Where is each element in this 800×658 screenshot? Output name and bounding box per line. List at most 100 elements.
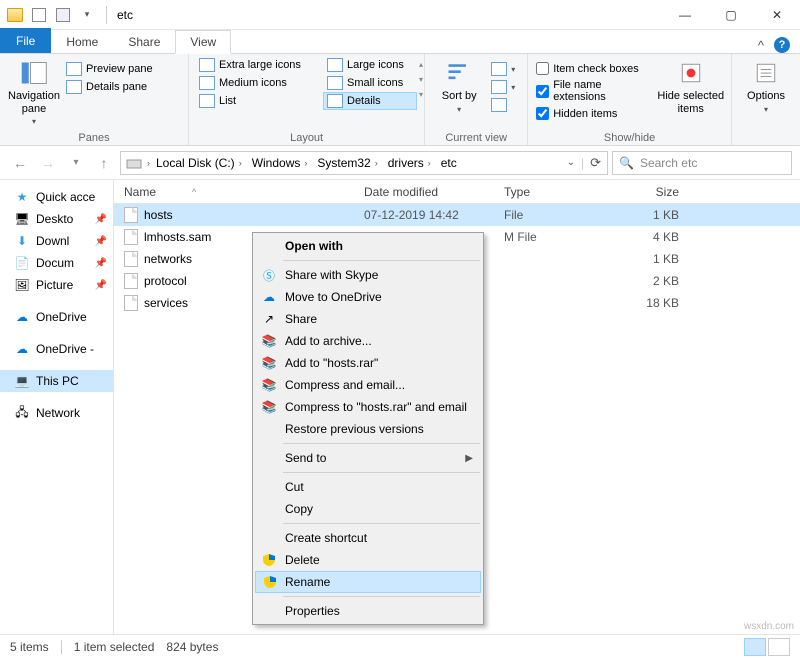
refresh-button[interactable]: ⟳ [590,155,601,171]
breadcrumb[interactable]: etc [437,156,461,170]
tree-quick-access[interactable]: ★Quick acce [0,186,113,208]
ctx-properties[interactable]: Properties [255,600,481,622]
ctx-cut[interactable]: Cut [255,476,481,498]
details-button[interactable]: Details [323,92,417,110]
breadcrumb[interactable]: Local Disk (C:)› [152,156,246,170]
tree-network[interactable]: 🖧Network [0,402,113,424]
list-button[interactable]: List [195,92,323,110]
close-button[interactable]: ✕ [754,0,800,30]
ribbon: Navigation pane ▾ Preview pane Details p… [0,54,800,146]
medium-icons-button[interactable]: Medium icons [195,74,323,92]
recent-locations-button[interactable]: ▾ [64,151,88,175]
tree-onedrive-2[interactable]: ☁OneDrive - [0,338,113,360]
group-label: Layout [195,130,418,145]
hide-selected-items-button[interactable]: Hide selected items [656,56,725,115]
column-name[interactable]: Name^ [114,185,364,199]
search-box[interactable]: 🔍 Search etc [612,151,792,175]
group-label: Show/hide [534,130,725,145]
ctx-rename[interactable]: Rename [255,571,481,593]
ribbon-group-layout: Extra large icons Large icons Medium ico… [189,54,425,145]
winrar-icon: 📚 [261,355,277,371]
drive-icon [123,152,145,174]
back-button[interactable]: ← [8,151,32,175]
navigation-pane-button[interactable]: Navigation pane ▾ [6,56,62,126]
scroll-up-icon[interactable]: ▴ [419,60,423,69]
qat-item[interactable] [52,4,74,26]
tab-home[interactable]: Home [51,30,113,53]
tree-documents[interactable]: 📄Docum📌 [0,252,113,274]
forward-button[interactable]: → [36,151,60,175]
pictures-icon: 🖼 [14,277,30,293]
pin-icon: 📌 [95,258,107,269]
ctx-share-skype[interactable]: ⓈShare with Skype [255,264,481,286]
onedrive-icon: ☁ [14,341,30,357]
breadcrumb[interactable]: drivers› [384,156,435,170]
folder-icon[interactable] [4,4,26,26]
share-icon: ↗ [261,311,277,327]
sort-asc-icon: ^ [192,187,196,197]
size-columns-button[interactable] [487,96,521,114]
options-button[interactable]: Options ▾ [738,56,794,114]
ribbon-collapse-icon[interactable]: ^ [758,38,764,53]
hidden-items-checkbox[interactable]: Hidden items [534,105,656,122]
maximize-button[interactable]: ▢ [708,0,754,30]
tree-this-pc[interactable]: 💻This PC [0,370,113,392]
tree-onedrive[interactable]: ☁OneDrive [0,306,113,328]
ctx-compress-email[interactable]: 📚Compress and email... [255,374,481,396]
separator [283,443,480,444]
ctx-create-shortcut[interactable]: Create shortcut [255,527,481,549]
preview-pane-button[interactable]: Preview pane [62,60,182,78]
ctx-add-archive[interactable]: 📚Add to archive... [255,330,481,352]
navigation-tree[interactable]: ★Quick acce 🖥Deskto📌 ⬇Downl📌 📄Docum📌 🖼Pi… [0,180,114,634]
qat-item[interactable] [28,4,50,26]
minimize-button[interactable]: — [662,0,708,30]
group-by-button[interactable]: ▾ [487,60,521,78]
ctx-send-to[interactable]: Send to▶ [255,447,481,469]
tree-downloads[interactable]: ⬇Downl📌 [0,230,113,252]
breadcrumb[interactable]: Windows› [248,156,312,170]
this-pc-icon: 💻 [14,373,30,389]
onedrive-icon: ☁ [14,309,30,325]
ctx-add-hosts-rar[interactable]: 📚Add to "hosts.rar" [255,352,481,374]
add-columns-button[interactable]: ▾ [487,78,521,96]
item-check-boxes-checkbox[interactable]: Item check boxes [534,60,656,77]
address-dropdown-icon[interactable]: ⌄ [567,157,575,168]
tab-share[interactable]: Share [113,30,175,53]
extra-large-icons-button[interactable]: Extra large icons [195,56,323,74]
column-type[interactable]: Type [504,185,619,199]
breadcrumb[interactable]: System32› [313,156,381,170]
chevron-right-icon: ▶ [465,453,473,464]
ctx-open-with[interactable]: Open with [255,235,481,257]
pin-icon: 📌 [95,236,107,247]
group-label: Panes [6,130,182,145]
ctx-compress-hosts-email[interactable]: 📚Compress to "hosts.rar" and email [255,396,481,418]
help-icon[interactable]: ? [774,37,790,53]
ctx-restore-versions[interactable]: Restore previous versions [255,418,481,440]
sort-by-button[interactable]: Sort by ▾ [431,56,487,114]
skype-icon: Ⓢ [261,267,277,283]
file-row[interactable]: hosts 07-12-2019 14:42 File 1 KB [114,204,800,226]
column-headers[interactable]: Name^ Date modified Type Size [114,180,800,204]
context-menu: Open with ⓈShare with Skype ☁Move to One… [252,232,484,625]
file-name-extensions-checkbox[interactable]: File name extensions [534,77,656,105]
up-button[interactable]: ↑ [92,151,116,175]
address-bar[interactable]: › Local Disk (C:)› Windows› System32› dr… [120,151,608,175]
tree-pictures[interactable]: 🖼Picture📌 [0,274,113,296]
ctx-share[interactable]: ↗Share [255,308,481,330]
expand-icon[interactable]: ▾ [419,90,423,99]
column-size[interactable]: Size [619,185,699,199]
qat-dropdown[interactable]: ▾ [76,4,98,26]
ctx-move-onedrive[interactable]: ☁Move to OneDrive [255,286,481,308]
details-view-button[interactable] [744,638,766,656]
tab-file[interactable]: File [0,28,51,53]
column-date[interactable]: Date modified [364,185,504,199]
tab-view[interactable]: View [175,30,231,54]
large-icons-button[interactable]: Large icons [323,56,417,74]
thumbnails-view-button[interactable] [768,638,790,656]
tree-desktop[interactable]: 🖥Deskto📌 [0,208,113,230]
small-icons-button[interactable]: Small icons [323,74,417,92]
ctx-delete[interactable]: Delete [255,549,481,571]
scroll-down-icon[interactable]: ▾ [419,75,423,84]
ctx-copy[interactable]: Copy [255,498,481,520]
details-pane-button[interactable]: Details pane [62,78,182,96]
